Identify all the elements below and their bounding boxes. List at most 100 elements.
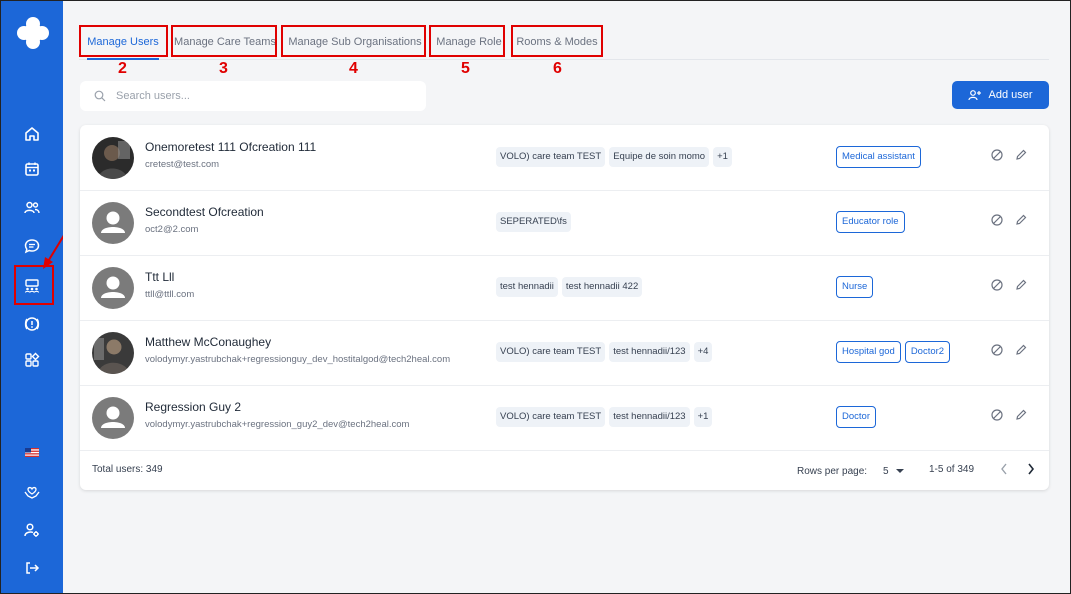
users-table: Onemoretest 111 Ofcreation 111 cretest@t… <box>80 125 1049 490</box>
user-email: ttll@ttll.com <box>145 289 195 300</box>
dashboard-icon[interactable] <box>19 347 45 373</box>
block-icon[interactable] <box>990 343 1004 357</box>
tab-manage-users[interactable]: Manage Users <box>83 29 163 60</box>
role-badge: Educator role <box>836 211 905 233</box>
care-team-list: VOLO) care team TEST Equipe de soin momo… <box>496 147 732 167</box>
organization-icon[interactable] <box>19 273 45 299</box>
care-team-chip: test hennadii/123 <box>609 407 690 427</box>
sidebar <box>1 1 63 593</box>
avatar <box>92 332 134 374</box>
us-flag-icon[interactable] <box>19 439 45 465</box>
table-row[interactable]: Secondtest Ofcreation oct2@2.com SEPERAT… <box>80 190 1049 256</box>
rows-per-page-label: Rows per page: <box>797 466 868 477</box>
search-input[interactable] <box>114 89 418 103</box>
table-row[interactable]: Matthew McConaughey volodymyr.yastrubcha… <box>80 320 1049 386</box>
user-email: volodymyr.yastrubchak+regressionguy_dev_… <box>145 354 451 365</box>
chevron-down-icon <box>896 469 905 474</box>
alert-icon[interactable] <box>19 311 45 337</box>
more-teams-chip[interactable]: +1 <box>713 147 732 167</box>
more-teams-chip[interactable]: +1 <box>693 407 713 427</box>
add-user-icon <box>968 90 982 101</box>
care-team-list: test hennadii test hennadii 422 <box>496 277 643 297</box>
rows-per-page-value: 5 <box>883 466 889 477</box>
row-actions <box>990 213 1028 227</box>
tab-bar: Manage Users Manage Care Teams Manage Su… <box>79 25 1049 60</box>
role-list: Educator role <box>836 211 905 233</box>
role-badge: Hospital god <box>836 341 901 363</box>
user-email: oct2@2.com <box>145 224 199 235</box>
role-list: Nurse <box>836 276 874 298</box>
care-icon[interactable] <box>19 479 45 505</box>
user-name: Regression Guy 2 <box>145 400 242 414</box>
user-name: Secondtest Ofcreation <box>145 205 264 219</box>
annotation-number-3: 3 <box>219 60 228 77</box>
avatar <box>92 267 134 309</box>
page-range: 1-5 of 349 <box>929 464 975 475</box>
block-icon[interactable] <box>990 278 1004 292</box>
search-box <box>80 81 426 111</box>
app-logo <box>15 15 51 51</box>
tab-rooms-modes[interactable]: Rooms & Modes <box>513 29 601 55</box>
block-icon[interactable] <box>990 148 1004 162</box>
avatar <box>92 137 134 179</box>
next-page-icon[interactable] <box>1026 462 1040 478</box>
calendar-icon[interactable] <box>19 156 45 182</box>
annotation-number-5: 5 <box>461 60 470 77</box>
care-team-chip: test hennadii 422 <box>561 277 643 297</box>
care-team-list: SEPERATED\fs <box>496 212 571 232</box>
home-icon[interactable] <box>19 121 45 147</box>
edit-icon[interactable] <box>1014 343 1028 357</box>
user-name: Onemoretest 111 Ofcreation 111 <box>145 140 317 154</box>
role-badge: Doctor2 <box>904 341 951 363</box>
logout-icon[interactable] <box>19 555 45 581</box>
care-team-chip: VOLO) care team TEST <box>496 147 606 167</box>
role-badge: Medical assistant <box>836 146 921 168</box>
tab-manage-care-teams[interactable]: Manage Care Teams <box>173 29 277 55</box>
care-team-chip: test hennadii <box>496 277 558 297</box>
app-window: 1 Manage Users Manage Care Teams Manage … <box>0 0 1071 594</box>
care-team-list: VOLO) care team TEST test hennadii/123 +… <box>496 342 713 362</box>
user-email: cretest@test.com <box>145 159 220 170</box>
add-user-label: Add user <box>988 89 1033 101</box>
role-list: Medical assistant <box>836 146 921 168</box>
user-email: volodymyr.yastrubchak+regression_guy2_de… <box>145 419 410 430</box>
care-team-chip: VOLO) care team TEST <box>496 342 606 362</box>
edit-icon[interactable] <box>1014 278 1028 292</box>
role-badge: Doctor <box>836 406 876 428</box>
table-row[interactable]: Regression Guy 2 volodymyr.yastrubchak+r… <box>80 385 1049 451</box>
main-content: Manage Users Manage Care Teams Manage Su… <box>63 1 1070 593</box>
role-list: Hospital god Doctor2 <box>836 341 951 363</box>
edit-icon[interactable] <box>1014 148 1028 162</box>
search-icon <box>94 90 106 102</box>
block-icon[interactable] <box>990 213 1004 227</box>
row-actions <box>990 148 1028 162</box>
care-team-chip: SEPERATED\fs <box>496 212 571 232</box>
row-actions <box>990 343 1028 357</box>
avatar <box>92 202 134 244</box>
annotation-number-2: 2 <box>118 60 127 77</box>
edit-icon[interactable] <box>1014 408 1028 422</box>
rows-per-page-select[interactable]: 5 <box>883 466 905 477</box>
care-team-list: VOLO) care team TEST test hennadii/123 +… <box>496 407 713 427</box>
block-icon[interactable] <box>990 408 1004 422</box>
annotation-number-4: 4 <box>349 60 358 77</box>
table-row[interactable]: Onemoretest 111 Ofcreation 111 cretest@t… <box>80 125 1049 191</box>
user-name: Ttt Lll <box>145 270 175 284</box>
role-list: Doctor <box>836 406 876 428</box>
role-badge: Nurse <box>836 276 874 298</box>
tab-manage-role[interactable]: Manage Role <box>433 29 505 55</box>
tab-manage-sub-organisations[interactable]: Manage Sub Organisations <box>285 29 425 55</box>
previous-page-icon[interactable] <box>999 462 1013 478</box>
table-row[interactable]: Ttt Lll ttll@ttll.com test hennadii test… <box>80 255 1049 321</box>
annotation-number-6: 6 <box>553 60 562 77</box>
more-teams-chip[interactable]: +4 <box>693 342 713 362</box>
care-team-chip: Equipe de soin momo <box>609 147 710 167</box>
table-footer: Total users: 349 Rows per page: 5 1-5 of… <box>80 452 1049 488</box>
care-team-chip: test hennadii/123 <box>609 342 690 362</box>
avatar <box>92 397 134 439</box>
user-settings-icon[interactable] <box>19 517 45 543</box>
add-user-button[interactable]: Add user <box>952 81 1049 109</box>
edit-icon[interactable] <box>1014 213 1028 227</box>
row-actions <box>990 408 1028 422</box>
total-users: Total users: 349 <box>92 464 163 475</box>
